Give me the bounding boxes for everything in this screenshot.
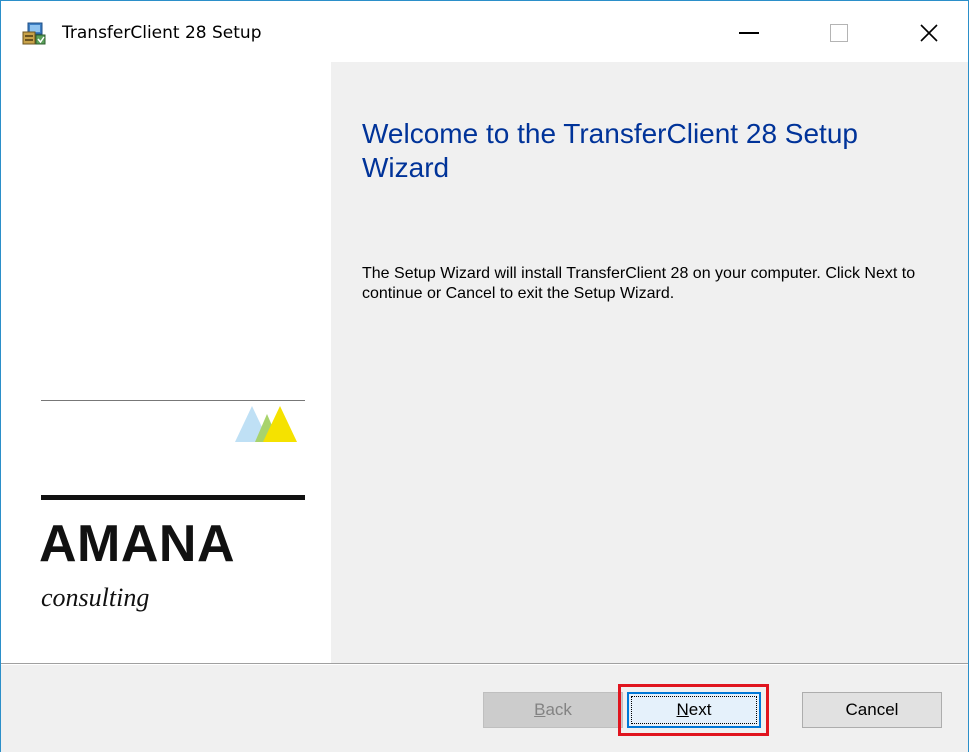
window-title: TransferClient 28 Setup	[62, 23, 262, 43]
logo-tagline: consulting	[41, 583, 150, 612]
cancel-button[interactable]: Cancel	[802, 692, 942, 728]
close-icon	[920, 24, 938, 42]
button-bar: Back Next Cancel	[1, 665, 968, 752]
back-button-label: ack	[545, 700, 572, 719]
logo-wordmark: AMANA	[39, 515, 236, 573]
next-button-label: ext	[688, 700, 712, 719]
welcome-heading: Welcome to the TransferClient 28 Setup W…	[362, 118, 858, 183]
title-bar[interactable]: TransferClient 28 Setup	[1, 1, 968, 62]
welcome-description: The Setup Wizard will install TransferCl…	[362, 265, 916, 302]
content-panel: Welcome to the TransferClient 28 Setup W…	[331, 62, 968, 663]
back-button-mnemonic: B	[534, 700, 546, 719]
branding-panel: AMANA consulting	[1, 62, 331, 663]
minimize-button[interactable]	[726, 17, 772, 49]
setup-window: TransferClient 28 Setup AMANA consulting…	[0, 0, 969, 752]
back-button[interactable]: Back	[483, 692, 623, 728]
maximize-button[interactable]	[816, 17, 862, 49]
close-button[interactable]	[906, 17, 952, 49]
maximize-icon	[830, 24, 848, 42]
logo-divider-thick	[41, 495, 305, 500]
logo-divider-thin	[41, 400, 305, 401]
logo-triangles-icon	[235, 406, 297, 442]
minimize-icon	[739, 32, 759, 34]
installer-icon	[22, 22, 46, 45]
next-button[interactable]: Next	[627, 692, 761, 728]
next-button-mnemonic: N	[676, 700, 689, 719]
